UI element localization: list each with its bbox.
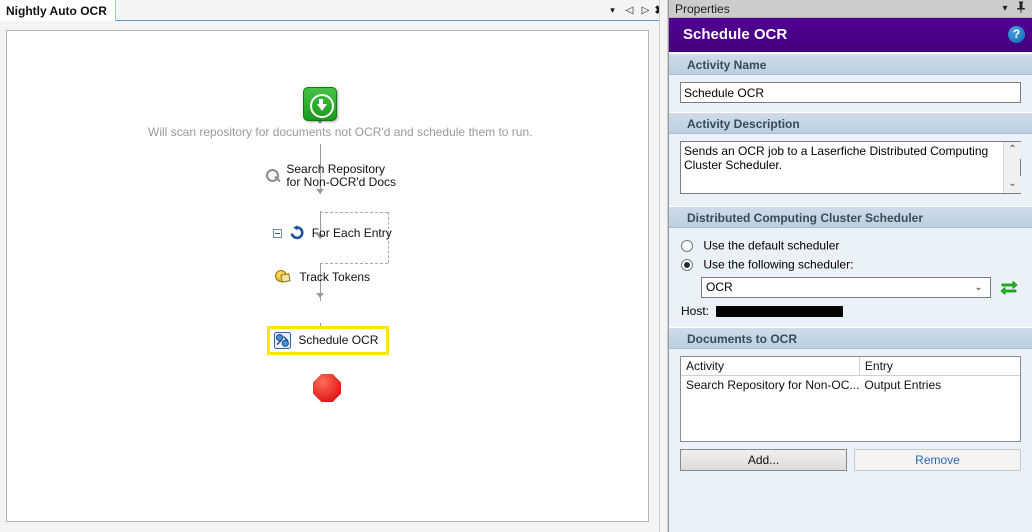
properties-body: Activity Name Activity Description ⌃ ⌄ D… (669, 53, 1032, 532)
scroll-down-icon[interactable]: ⌄ (1004, 176, 1021, 193)
radio-following-scheduler-button[interactable] (681, 259, 693, 271)
host-label: Host: (681, 304, 709, 318)
help-icon[interactable]: ? (1008, 26, 1025, 43)
scheduler-combo-row: OCR ⌄ (701, 277, 1021, 298)
properties-title: Properties (675, 2, 730, 16)
cell-activity: Search Repository for Non-OC... (681, 376, 859, 395)
section-body-scheduler: Use the default scheduler Use the follow… (669, 228, 1032, 327)
active-tab-underline (0, 20, 101, 21)
tab-list-dropdown-icon[interactable]: ▾ (605, 3, 620, 18)
node-schedule-label: Schedule OCR (298, 334, 378, 347)
tab-label: Nightly Auto OCR (6, 4, 107, 18)
pin-icon[interactable] (1014, 1, 1028, 17)
workflow-caption: Will scan repository for documents not O… (148, 125, 548, 139)
activity-description-textarea[interactable] (680, 141, 1021, 194)
properties-header-title: Schedule OCR (683, 26, 787, 43)
tab-nightly-auto-ocr[interactable]: Nightly Auto OCR (0, 0, 116, 21)
section-body-activity-description: ⌃ ⌄ (669, 134, 1032, 206)
node-end[interactable] (313, 374, 341, 402)
properties-titlebar: Properties ▾ (669, 0, 1032, 18)
chevron-down-icon[interactable]: ⌄ (970, 278, 987, 297)
pane-splitter[interactable] (659, 0, 668, 532)
node-selection-border[interactable]: Schedule OCR (267, 326, 389, 355)
description-scrollbar[interactable]: ⌃ ⌄ (1003, 142, 1020, 193)
tab-next-icon[interactable]: ▷ (638, 3, 653, 18)
column-header-activity[interactable]: Activity (681, 357, 859, 376)
activity-name-input[interactable] (680, 82, 1021, 103)
token-icon (275, 269, 291, 285)
section-header-activity-description: Activity Description (669, 112, 1032, 134)
node-track-tokens[interactable]: Track Tokens (275, 269, 455, 285)
node-for-each-entry[interactable]: For Each Entry (273, 225, 453, 241)
documents-table: Activity Entry Search Repository for Non… (681, 357, 1020, 395)
designer-pane: Nightly Auto OCR ▾ ◁ ▷ ✖ (0, 0, 668, 532)
activity-description-wrap: ⌃ ⌄ (680, 141, 1021, 197)
remove-button[interactable]: Remove (854, 449, 1021, 471)
node-schedule-ocr[interactable]: Schedule OCR (267, 326, 389, 355)
section-header-activity-name: Activity Name (669, 53, 1032, 75)
connector-arrow-4 (316, 293, 324, 298)
radio-following-scheduler[interactable]: Use the following scheduler: (681, 256, 1021, 273)
search-icon (265, 167, 283, 185)
loop-icon (289, 225, 305, 241)
node-start[interactable] (303, 87, 337, 121)
section-body-documents: Activity Entry Search Repository for Non… (669, 349, 1032, 480)
add-button[interactable]: Add... (680, 449, 847, 471)
properties-header: Schedule OCR ? (669, 18, 1032, 52)
search-label-line1: Search Repository (286, 162, 385, 176)
node-track-label: Track Tokens (299, 271, 370, 284)
radio-default-scheduler-button[interactable] (681, 240, 693, 252)
section-body-activity-name (669, 75, 1032, 112)
node-foreach-label: For Each Entry (312, 227, 392, 240)
section-header-documents: Documents to OCR (669, 327, 1032, 349)
table-row[interactable]: Search Repository for Non-OC... Output E… (681, 376, 1020, 395)
collapse-toggle-icon[interactable] (273, 229, 282, 238)
cell-entry: Output Entries (859, 376, 1020, 395)
section-header-scheduler: Distributed Computing Cluster Scheduler (669, 206, 1032, 228)
download-arrow-icon (303, 87, 337, 121)
connector-arrow-2 (316, 189, 324, 194)
host-row: Host: REDACTEDHOSTNAME (681, 304, 1021, 318)
tab-prev-icon[interactable]: ◁ (622, 3, 637, 18)
scroll-up-icon[interactable]: ⌃ (1004, 142, 1021, 159)
workflow-canvas[interactable]: Will scan repository for documents not O… (6, 30, 649, 522)
scheduler-dropdown[interactable]: OCR ⌄ (701, 277, 991, 298)
search-label-line2: for Non-OCR'd Docs (286, 175, 396, 189)
token-tag (280, 273, 290, 283)
table-header-row: Activity Entry (681, 357, 1020, 376)
properties-panel: Properties ▾ Schedule OCR ? Activity Nam… (668, 0, 1032, 532)
node-search-repository[interactable]: Search Repositoryfor Non-OCR'd Docs (265, 163, 445, 189)
tab-strip: Nightly Auto OCR ▾ ◁ ▷ ✖ (0, 0, 668, 21)
schedule-ocr-icon (274, 332, 291, 349)
radio-following-scheduler-label: Use the following scheduler: (703, 258, 853, 272)
documents-grid[interactable]: Activity Entry Search Repository for Non… (680, 356, 1021, 442)
loop-dash-bottom (320, 263, 388, 264)
column-header-entry[interactable]: Entry (859, 357, 1020, 376)
stop-icon (313, 374, 341, 402)
radio-default-scheduler[interactable]: Use the default scheduler (681, 237, 1021, 254)
panel-menu-icon[interactable]: ▾ (998, 1, 1012, 17)
refresh-icon[interactable] (1000, 278, 1018, 296)
arrow-head (317, 104, 327, 111)
workflow-designer-window: Nightly Auto OCR ▾ ◁ ▷ ✖ (0, 0, 1032, 532)
scheduler-dropdown-value: OCR (706, 278, 733, 297)
host-value-redacted: REDACTEDHOSTNAME (716, 306, 843, 317)
node-search-label: Search Repositoryfor Non-OCR'd Docs (286, 163, 396, 189)
radio-default-scheduler-label: Use the default scheduler (703, 238, 839, 252)
documents-button-row: Add... Remove (680, 449, 1021, 471)
loop-dash-top (320, 212, 388, 213)
